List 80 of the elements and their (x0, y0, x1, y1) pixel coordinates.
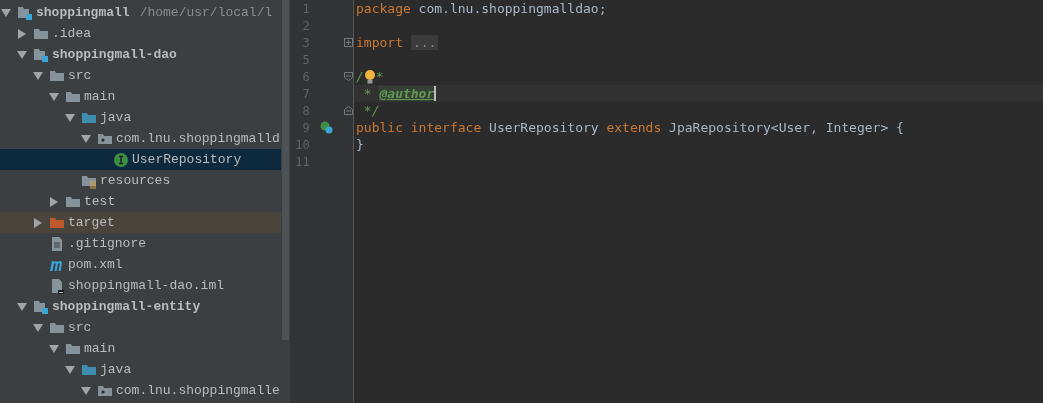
tree-item-label: pom.xml (68, 257, 123, 272)
tree-item-label: .gitignore (68, 236, 146, 251)
tree-item-label: src (68, 68, 92, 83)
text-cursor (434, 86, 437, 101)
interface-icon (113, 151, 129, 168)
tree-item-label: com.lnu.shoppingmalld (116, 131, 280, 146)
collapse-arrow-icon[interactable] (17, 28, 27, 39)
code-text: / (356, 69, 364, 84)
code-text: com.lnu.shoppingmalldao; (417, 1, 607, 16)
expand-arrow-icon[interactable] (33, 322, 43, 333)
tree-item[interactable]: com.lnu.shoppingmalle (0, 380, 281, 401)
collapse-arrow-icon[interactable] (33, 217, 43, 228)
tree-item[interactable]: java (0, 107, 281, 128)
tree-item[interactable]: main (0, 338, 281, 359)
expand-arrow-icon[interactable] (33, 70, 43, 81)
tree-item-label: target (68, 215, 115, 230)
tree-item-label: main (84, 89, 116, 104)
code-text: * (375, 69, 384, 84)
tree-item[interactable]: src (0, 65, 281, 86)
module-folder-icon (33, 46, 49, 63)
tree-item-label: shoppingmall-dao (52, 47, 177, 62)
tree-item[interactable]: shoppingmall-dao (0, 44, 281, 65)
code-text: @author (379, 86, 435, 101)
module-file-icon (49, 277, 65, 294)
tree-item-label: shoppingmall-entity (52, 299, 201, 314)
collapse-arrow-icon[interactable] (49, 196, 59, 207)
tree-item[interactable]: test (0, 191, 281, 212)
expand-arrow-icon[interactable] (65, 364, 75, 375)
tree-item[interactable]: .idea (0, 23, 281, 44)
lightbulb-icon[interactable] (363, 68, 376, 85)
tree-item-label: .idea (52, 26, 91, 41)
tree-item[interactable]: .gitignore (0, 233, 281, 254)
code-text: import (356, 35, 403, 50)
tree-item-label: shoppingmall-dao.iml (68, 278, 225, 293)
tree-item[interactable]: pom.xml (0, 254, 281, 275)
expand-arrow-icon[interactable] (65, 112, 75, 123)
tree-item-label: src (68, 320, 92, 335)
code-text: extends (606, 120, 662, 135)
tree-item-label: main (84, 341, 116, 356)
tree-item[interactable]: shoppingmall-entity (0, 296, 281, 317)
tree-item[interactable]: target (0, 212, 281, 233)
tree-item[interactable]: main (0, 86, 281, 107)
tree-item[interactable]: UserRepository (0, 149, 281, 170)
tree-item-label: shoppingmall (36, 5, 130, 20)
tree-item-label: UserRepository (132, 152, 242, 167)
code-text: */ (362, 103, 380, 118)
expand-arrow-icon[interactable] (81, 385, 91, 396)
fold-collapse-icon[interactable] (343, 72, 353, 81)
tree-item[interactable]: java (0, 359, 281, 380)
code-text: JpaRepository<User, Integer> { (668, 120, 904, 135)
fold-collapse-icon[interactable] (343, 106, 353, 115)
tree-item[interactable]: com.lnu.shoppingmalld (0, 128, 281, 149)
expand-arrow-icon[interactable] (1, 7, 11, 18)
tree-item[interactable]: resources (0, 170, 281, 191)
path-text: /home/usr/local/l (139, 5, 273, 20)
scrollbar-thumb[interactable] (282, 0, 289, 340)
folded-code[interactable]: ... (410, 35, 439, 50)
tree-item[interactable]: shoppingmall-dao.iml (0, 275, 281, 296)
tree-item-label: test (84, 194, 116, 209)
code-text: package (356, 1, 411, 16)
expand-arrow-icon[interactable] (49, 91, 59, 102)
text-file-icon (49, 235, 65, 252)
code-text: UserRepository (488, 120, 600, 135)
tree-item[interactable]: shoppingmall /home/usr/local/l (0, 2, 281, 23)
tree-item-label: resources (100, 173, 171, 188)
implemented-marker-icon[interactable] (319, 121, 333, 134)
tree-item[interactable]: src (0, 317, 281, 338)
module-folder-icon (33, 298, 49, 315)
code-text: public interface (356, 120, 482, 135)
expand-arrow-icon[interactable] (17, 49, 27, 60)
tree-item-label: com.lnu.shoppingmalle (116, 383, 280, 398)
code-text: } (356, 137, 364, 152)
tree-item-label: java (100, 362, 132, 377)
module-folder-icon (17, 4, 33, 21)
expand-arrow-icon[interactable] (81, 133, 91, 144)
fold-expand-icon[interactable] (343, 38, 353, 47)
expand-arrow-icon[interactable] (49, 343, 59, 354)
tree-item-label: java (100, 110, 132, 125)
code-text: * (362, 86, 373, 101)
expand-arrow-icon[interactable] (17, 301, 27, 312)
